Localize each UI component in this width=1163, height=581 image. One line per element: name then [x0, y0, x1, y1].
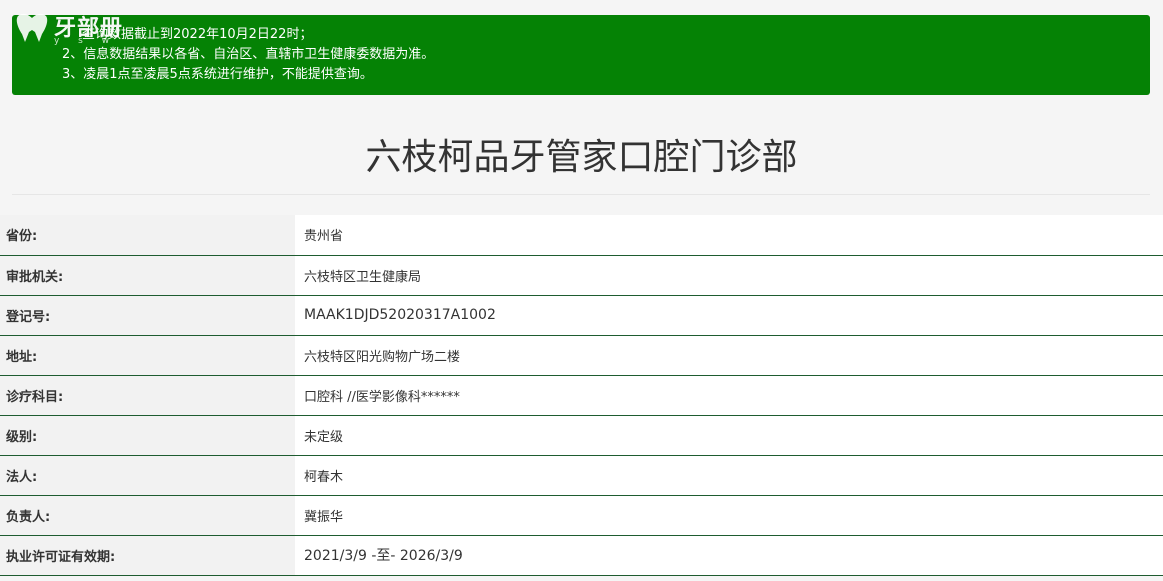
row-value: 贵州省 [295, 215, 1163, 255]
title-divider [12, 194, 1150, 195]
row-label: 诊疗科目: [0, 375, 295, 415]
row-value: 2021/3/9 -至- 2026/3/9 [295, 535, 1163, 575]
row-label: 审批机关: [0, 255, 295, 295]
tooth-logo-icon [16, 13, 48, 42]
table-row-address: 地址: 六枝特区阳光购物广场二楼 [0, 335, 1163, 375]
row-value: 柯春木 [295, 455, 1163, 495]
row-value: 冀振华 [295, 495, 1163, 535]
table-row-departments: 诊疗科目: 口腔科 //医学影像科****** [0, 375, 1163, 415]
row-label: 登记号: [0, 295, 295, 335]
row-label: 执业许可证有效期: [0, 535, 295, 575]
notice-line-3: 3、凌晨1点至凌晨5点系统进行维护，不能提供查询。 [62, 67, 373, 82]
row-value: MAAK1DJD52020317A1002 [295, 295, 1163, 335]
table-row-registration-number: 登记号: MAAK1DJD52020317A1002 [0, 295, 1163, 335]
table-row-license-validity: 执业许可证有效期: 2021/3/9 -至- 2026/3/9 [0, 535, 1163, 575]
page-title: 六枝柯品牙管家口腔门诊部 [365, 137, 798, 178]
row-label: 负责人: [0, 495, 295, 535]
clinic-info-table: 省份: 贵州省 审批机关: 六枝特区卫生健康局 登记号: MAAK1DJD520… [0, 215, 1163, 576]
table-row-approval-authority: 审批机关: 六枝特区卫生健康局 [0, 255, 1163, 295]
row-value: 六枝特区阳光购物广场二楼 [295, 335, 1163, 375]
row-value: 六枝特区卫生健康局 [295, 255, 1163, 295]
table-row-person-in-charge: 负责人: 冀振华 [0, 495, 1163, 535]
watermark-logo: 牙部册 y s w [6, 8, 136, 50]
row-value: 口腔科 //医学影像科****** [295, 375, 1163, 415]
row-label: 法人: [0, 455, 295, 495]
row-label: 省份: [0, 215, 295, 255]
table-row-level: 级别: 未定级 [0, 415, 1163, 455]
table-row-province: 省份: 贵州省 [0, 215, 1163, 255]
row-label: 级别: [0, 415, 295, 455]
notice-banner: 查询数据截止到2022年10月2日22时； 2、信息数据结果以各省、自治区、直辖… [12, 15, 1150, 95]
row-label: 地址: [0, 335, 295, 375]
row-value: 未定级 [295, 415, 1163, 455]
table-row-legal-person: 法人: 柯春木 [0, 455, 1163, 495]
watermark-subtext: y s w [54, 36, 118, 46]
